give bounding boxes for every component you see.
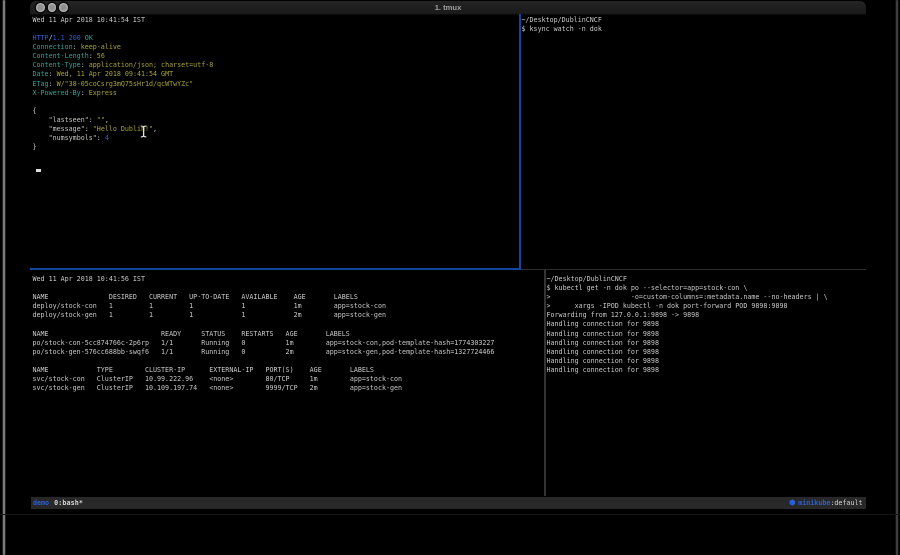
pane-divider-horizontal[interactable] <box>521 269 866 271</box>
screen-edge-left <box>3 0 5 555</box>
desktop-background: 1. tmux Wed 11 Apr 2018 10:41:54 IST HTT… <box>0 0 900 555</box>
pane-divider-vertical-active[interactable] <box>519 14 521 269</box>
kubernetes-icon <box>789 499 795 505</box>
window-list-item[interactable]: 0:bash* <box>54 499 83 507</box>
pane-ksync-shell[interactable]: ~/Desktop/DublinCNCF $ ksync watch -n do… <box>522 16 602 34</box>
screen-edge-right <box>896 0 898 555</box>
window-titlebar[interactable]: 1. tmux <box>30 1 866 15</box>
pane-http-response[interactable]: Wed 11 Apr 2018 10:41:54 IST HTTP/1.1 20… <box>33 16 214 152</box>
terminal-window: 1. tmux Wed 11 Apr 2018 10:41:54 IST HTT… <box>30 1 866 511</box>
screen-edge-bottom <box>0 514 900 515</box>
window-title: 1. tmux <box>30 1 866 14</box>
pane-divider-vertical[interactable] <box>544 270 546 496</box>
pane-kubectl-watch[interactable]: Wed 11 Apr 2018 10:41:56 IST NAME DESIRE… <box>33 275 495 393</box>
terminal-cursor <box>36 169 40 171</box>
status-right: minikube :default <box>789 499 862 507</box>
kube-context: minikube <box>798 499 830 507</box>
ibeam-pointer-icon <box>140 125 148 138</box>
pane-port-forward-shell[interactable]: ~/Desktop/DublinCNCF $ kubectl get -n do… <box>547 275 828 375</box>
kube-namespace: :default <box>830 499 862 507</box>
tmux-status-bar: demo 0:bash* minikube :default <box>31 497 866 509</box>
pane-divider-horizontal-active[interactable] <box>30 268 521 270</box>
session-name: demo <box>33 499 49 507</box>
